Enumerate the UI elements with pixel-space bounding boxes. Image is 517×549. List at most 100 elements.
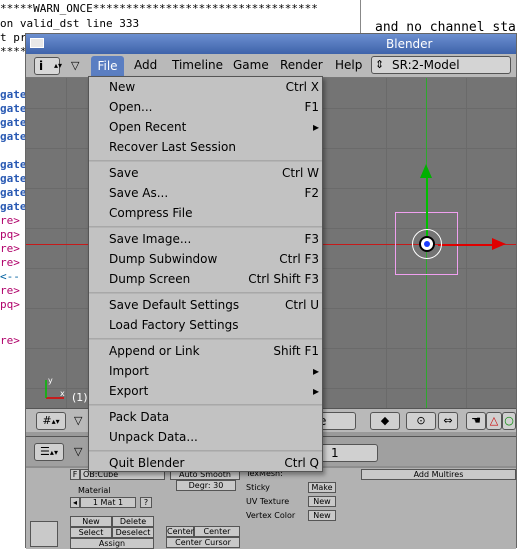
center-new-button[interactable]: Center New: [194, 526, 240, 545]
menu-item-shortcut: Ctrl F3: [279, 252, 319, 266]
x-arrow-icon[interactable]: [492, 238, 506, 250]
menu-file[interactable]: File: [91, 56, 124, 76]
submenu-arrow-icon: ▸: [312, 364, 319, 378]
center-cursor-button[interactable]: Center Cursor: [166, 537, 240, 548]
draw-type-button[interactable]: ◆: [370, 412, 400, 430]
menu-item-label: Save As...: [109, 186, 169, 200]
terminal-fragment: re>: [0, 284, 20, 297]
cube-icon: ◆: [380, 414, 390, 427]
new-uv-texture-button[interactable]: New: [308, 496, 336, 507]
material-label: Material: [78, 486, 111, 495]
deselect-material-button[interactable]: Deselect: [112, 527, 154, 538]
list-icon: ☰: [40, 445, 50, 458]
view-axes-icon: x y: [45, 376, 65, 399]
menu-separator: [89, 404, 322, 406]
fake-user-button[interactable]: F: [70, 469, 80, 480]
buttons-panel: F OB:Cube Material ◂ 1 Mat 1 ? New Delet…: [26, 466, 516, 549]
menu-item-export[interactable]: Export ▸: [89, 382, 322, 402]
select-material-button[interactable]: Select: [70, 527, 112, 538]
collapse-triangle-icon[interactable]: ▽: [71, 59, 79, 72]
left-panel-button[interactable]: [30, 521, 58, 547]
terminal-fragment: re>: [0, 242, 20, 255]
delete-material-button[interactable]: Delete: [112, 516, 154, 527]
menu-item-shortcut: F2: [304, 186, 319, 200]
new-material-button[interactable]: New: [70, 516, 112, 527]
frame-number-field[interactable]: 1: [318, 444, 378, 462]
menu-separator: [89, 226, 322, 228]
menu-item-recover-last-session[interactable]: Recover Last Session: [89, 138, 322, 158]
menu-item-dump-subwindow[interactable]: Dump Subwindow Ctrl F3: [89, 250, 322, 270]
menu-item-unpack-data[interactable]: Unpack Data...: [89, 428, 322, 448]
sticky-label: Sticky: [246, 483, 270, 492]
material-slot-field[interactable]: 1 Mat 1: [80, 497, 136, 508]
menu-item-open[interactable]: Open... F1: [89, 98, 322, 118]
menu-item-quit-blender[interactable]: Quit Blender Ctrl Q: [89, 454, 322, 474]
buttons-window-type[interactable]: ☰▴▾: [34, 443, 64, 461]
terminal-line: *****WARN_ONCE**************************…: [0, 2, 318, 15]
translate-manipulator-button[interactable]: △: [486, 412, 502, 430]
terminal-fragment: gate: [0, 116, 27, 129]
new-vertex-color-button[interactable]: New: [308, 510, 336, 521]
menu-item-label: Open Recent: [109, 120, 187, 134]
object-center-icon[interactable]: [419, 236, 435, 252]
menu-item-compress-file[interactable]: Compress File: [89, 204, 322, 224]
degree-field[interactable]: Degr: 30: [176, 480, 236, 491]
menu-item-label: Dump Screen: [109, 272, 191, 286]
collapse-triangle-icon[interactable]: ▽: [74, 445, 82, 458]
add-multires-button[interactable]: Add Multires: [361, 469, 516, 480]
menu-item-label: Pack Data: [109, 410, 170, 424]
menu-item-save-default-settings[interactable]: Save Default Settings Ctrl U: [89, 296, 322, 316]
info-icon: i: [39, 59, 44, 73]
info-window-type-button[interactable]: i ▴▾: [34, 57, 62, 75]
menu-item-label: Recover Last Session: [109, 140, 236, 154]
menu-item-save-as[interactable]: Save As... F2: [89, 184, 322, 204]
collapse-triangle-icon[interactable]: ▽: [74, 414, 82, 427]
hand-tool-button[interactable]: ☚: [466, 412, 486, 430]
material-help-button[interactable]: ?: [140, 497, 152, 508]
menu-item-dump-screen[interactable]: Dump Screen Ctrl Shift F3: [89, 270, 322, 290]
menu-item-load-factory-settings[interactable]: Load Factory Settings: [89, 316, 322, 336]
menu-render[interactable]: Render: [280, 58, 323, 72]
menu-item-open-recent[interactable]: Open Recent ▸: [89, 118, 322, 138]
terminal-line: t pr: [0, 31, 27, 44]
menu-item-label: Save Default Settings: [109, 298, 240, 312]
menu-separator: [89, 160, 322, 162]
menu-item-label: Open...: [109, 100, 153, 114]
uv-texture-label: UV Texture: [246, 497, 290, 506]
center-button[interactable]: Center: [166, 526, 194, 537]
menu-timeline[interactable]: Timeline: [172, 58, 223, 72]
menu-item-shortcut: Ctrl X: [285, 80, 319, 94]
menu-item-append-or-link[interactable]: Append or Link Shift F1: [89, 342, 322, 362]
x-manipulator-shaft[interactable]: [438, 244, 494, 246]
file-menu: New Ctrl X Open... F1 Open Recent ▸ Recover La…: [88, 76, 323, 472]
menu-item-import[interactable]: Import ▸: [89, 362, 322, 382]
window-menu-button[interactable]: [30, 38, 44, 48]
terminal-fragment: pq>: [0, 298, 20, 311]
menu-item-label: Save Image...: [109, 232, 192, 246]
terminal-fragment: gate: [0, 172, 27, 185]
pivot-button[interactable]: ⊙: [406, 412, 436, 430]
menu-item-save[interactable]: Save Ctrl W: [89, 164, 322, 184]
menu-item-pack-data[interactable]: Pack Data: [89, 408, 322, 428]
window-titlebar[interactable]: Blender: [26, 34, 516, 54]
y-arrow-icon[interactable]: [420, 164, 432, 178]
terminal-fragment: gate: [0, 88, 27, 101]
frame-value: 1: [331, 446, 339, 460]
make-sticky-button[interactable]: Make: [308, 482, 336, 493]
terminal-fragment: re>: [0, 214, 20, 227]
svg-text:x: x: [60, 389, 65, 398]
rotate-manipulator-button[interactable]: ○: [502, 412, 516, 430]
menu-add[interactable]: Add: [134, 58, 157, 72]
menu-help[interactable]: Help: [335, 58, 362, 72]
menu-item-new[interactable]: New Ctrl X: [89, 78, 322, 98]
window-type-button[interactable]: #▴▾: [36, 412, 66, 430]
assign-material-button[interactable]: Assign: [70, 538, 154, 549]
snap-button[interactable]: ⇔: [438, 412, 458, 430]
terminal-fragment: pq>: [0, 228, 20, 241]
prev-material-button[interactable]: ◂: [70, 497, 80, 508]
screen-selector[interactable]: ⇕ SR:2-Model: [371, 56, 511, 74]
menu-item-save-image[interactable]: Save Image... F3: [89, 230, 322, 250]
terminal-fragment: gate: [0, 102, 27, 115]
menu-item-label: Dump Subwindow: [109, 252, 218, 266]
menu-game[interactable]: Game: [233, 58, 269, 72]
